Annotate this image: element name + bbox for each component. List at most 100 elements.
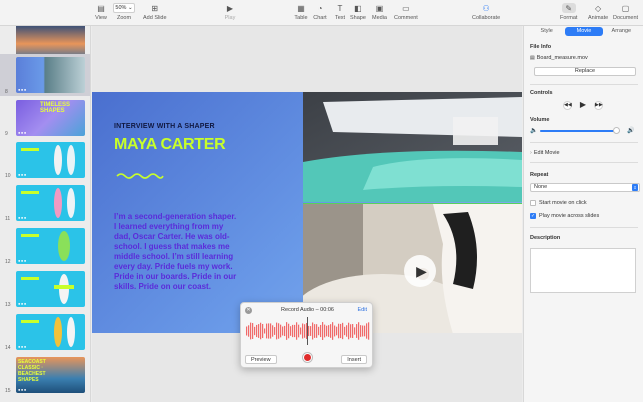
waveform-bar [300, 327, 302, 335]
zoom-select[interactable]: 50% ⌄ [113, 3, 135, 13]
waveform-bar [356, 324, 358, 338]
collaborate-button[interactable]: ⚇ Collaborate [472, 3, 500, 22]
start-on-click-label[interactable]: Start movie on click [539, 200, 587, 206]
waveform-bar [362, 325, 364, 337]
waveform-bar [254, 326, 256, 336]
waveform-bar [264, 328, 266, 334]
slide-thumbnail[interactable]: 15 SEACOAST CLASSIC · BEACHEST SHAPES ●●… [0, 355, 90, 395]
slide-badge: ●●● [18, 387, 27, 392]
waveform-bar [322, 322, 324, 340]
slide-thumbnail[interactable]: 14 ●●● [0, 312, 90, 352]
slide-title[interactable]: MAYA CARTER [114, 136, 226, 154]
toolbar: ▤ View 50% ⌄ Zoom ⊞ Add Slide ▶ Play ▦ T… [0, 0, 643, 26]
animate-icon: ◇ [595, 3, 602, 13]
collaborate-icon: ⚇ [482, 3, 490, 13]
waveform-bar [330, 324, 332, 338]
slide-thumbnail[interactable]: 12 ●●● [0, 226, 90, 266]
slide-thumbnail[interactable]: 13 ●●● [0, 269, 90, 309]
chevron-right-icon: › [530, 150, 532, 156]
start-on-click-checkbox[interactable] [530, 200, 536, 206]
volume-high-icon: 🔊 [627, 128, 635, 134]
animate-button[interactable]: ◇ Animate [588, 3, 608, 22]
waveform-bar [348, 322, 350, 340]
tab-arrange[interactable]: Arrange [603, 27, 640, 36]
waveform-bar [332, 322, 334, 340]
table-button[interactable]: ▦ Table [294, 3, 308, 22]
edit-button[interactable]: Edit [358, 307, 367, 313]
checkmark-icon: ✓ [531, 213, 536, 219]
description-heading: Description [530, 235, 561, 241]
slide-thumbnail[interactable]: 11 ●●● [0, 183, 90, 223]
view-button[interactable]: ▤ View [94, 3, 108, 22]
sidebar-icon: ▤ [97, 3, 105, 13]
slide-kicker[interactable]: INTERVIEW WITH A SHAPER [114, 123, 215, 130]
slide-thumbnail[interactable]: 10 ●●● [0, 140, 90, 180]
waveform-bar [366, 323, 368, 339]
waveform-bar [278, 323, 280, 339]
table-icon: ▦ [297, 3, 305, 13]
waveform-bar [308, 325, 310, 337]
waveform-bar [262, 323, 264, 339]
comment-button[interactable]: ▭ Comment [394, 3, 418, 22]
preview-button[interactable]: Preview [245, 355, 277, 364]
waveform-bar [270, 323, 272, 339]
play-movie-button[interactable]: ▶ [404, 255, 436, 287]
inspector-panel: Style Movie Arrange File Info ▤ Board_mea… [523, 26, 643, 402]
volume-slider-knob[interactable] [613, 127, 620, 134]
tab-style[interactable]: Style [528, 27, 565, 36]
waveform-bar [320, 324, 322, 338]
media-button[interactable]: ▣ Media [372, 3, 387, 22]
description-field[interactable] [530, 248, 636, 293]
edit-movie-disclosure[interactable]: › Edit Movie [530, 150, 560, 156]
tab-movie[interactable]: Movie [565, 27, 603, 36]
play-across-slides-checkbox[interactable]: ✓ [530, 213, 536, 219]
file-name: ▤ Board_measure.mov [530, 55, 588, 61]
shape-button[interactable]: ◧ Shape [350, 3, 366, 22]
text-button[interactable]: T Text [333, 3, 347, 22]
play-button[interactable]: ▶ Play [223, 3, 237, 22]
format-button[interactable]: ✎ Format [560, 3, 577, 21]
waveform-bar [286, 322, 288, 340]
add-slide-button[interactable]: ⊞ Add Slide [143, 3, 167, 22]
slide-preview-title: TIMELESS SHAPES [40, 102, 71, 114]
skip-back-button[interactable]: ◀◀ [563, 101, 572, 110]
slide[interactable]: INTERVIEW WITH A SHAPER MAYA CARTER I’m … [92, 92, 522, 333]
skip-forward-button[interactable]: ▶▶ [594, 101, 603, 110]
repeat-select[interactable]: None ⇕ [530, 183, 640, 192]
volume-heading: Volume [530, 117, 550, 123]
slide-badge: ●●● [18, 172, 27, 177]
play-icon: ▶ [226, 3, 234, 13]
slide-canvas[interactable]: INTERVIEW WITH A SHAPER MAYA CARTER I’m … [92, 26, 522, 402]
record-button[interactable] [302, 352, 313, 363]
insert-button[interactable]: Insert [341, 355, 367, 364]
record-audio-panel[interactable]: ✕ Record Audio – 00:06 Edit Preview Inse… [240, 302, 373, 368]
waveform-bar [246, 326, 248, 336]
slide-quote[interactable]: I’m a second-generation shaper. I learne… [114, 212, 239, 292]
waveform-bar [326, 325, 328, 337]
file-info-heading: File Info [530, 44, 552, 50]
chart-button[interactable]: ◔ Chart [313, 3, 327, 22]
surfboard-photo[interactable] [303, 92, 522, 202]
zoom-control[interactable]: 50% ⌄ Zoom [113, 3, 135, 21]
play-across-slides-label[interactable]: Play movie across slides [539, 213, 599, 219]
waveform-bar [312, 322, 314, 340]
waveform-bar [290, 326, 292, 336]
film-icon: ▤ [530, 55, 535, 61]
slide-thumbnail[interactable]: 9 TIMELESS SHAPES ●●● [0, 98, 90, 138]
waveform-bar [368, 322, 370, 340]
replace-button[interactable]: Replace [534, 67, 636, 76]
document-button[interactable]: ▢ Document [613, 3, 638, 22]
waveform-bar [338, 323, 340, 339]
playhead[interactable] [307, 317, 308, 345]
waveform-bar [292, 324, 294, 338]
inspector-tabs: Style Movie Arrange [528, 27, 640, 36]
waveform-bar [336, 326, 338, 336]
record-audio-title: Record Audio – 00:06 [281, 307, 334, 313]
waveform-bar [360, 325, 362, 337]
play-control-button[interactable]: ▶ [578, 100, 588, 110]
divider [530, 162, 638, 163]
slide-thumbnail-selected[interactable]: 8 ●●● [0, 54, 90, 96]
waveform-bar [352, 323, 354, 339]
slide-navigator[interactable]: 7 8 ●●● 9 TIMELESS SHAPES ●●● 10 ●●● [0, 26, 91, 402]
waveform-bar [354, 327, 356, 335]
